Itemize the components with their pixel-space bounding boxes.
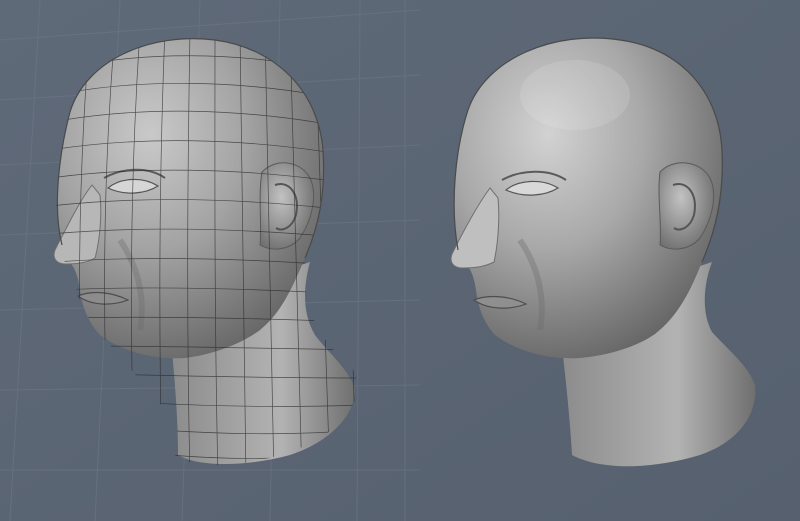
smooth-head-highlight (520, 60, 630, 130)
3d-viewport[interactable] (0, 0, 800, 521)
viewport-canvas[interactable] (0, 0, 800, 521)
